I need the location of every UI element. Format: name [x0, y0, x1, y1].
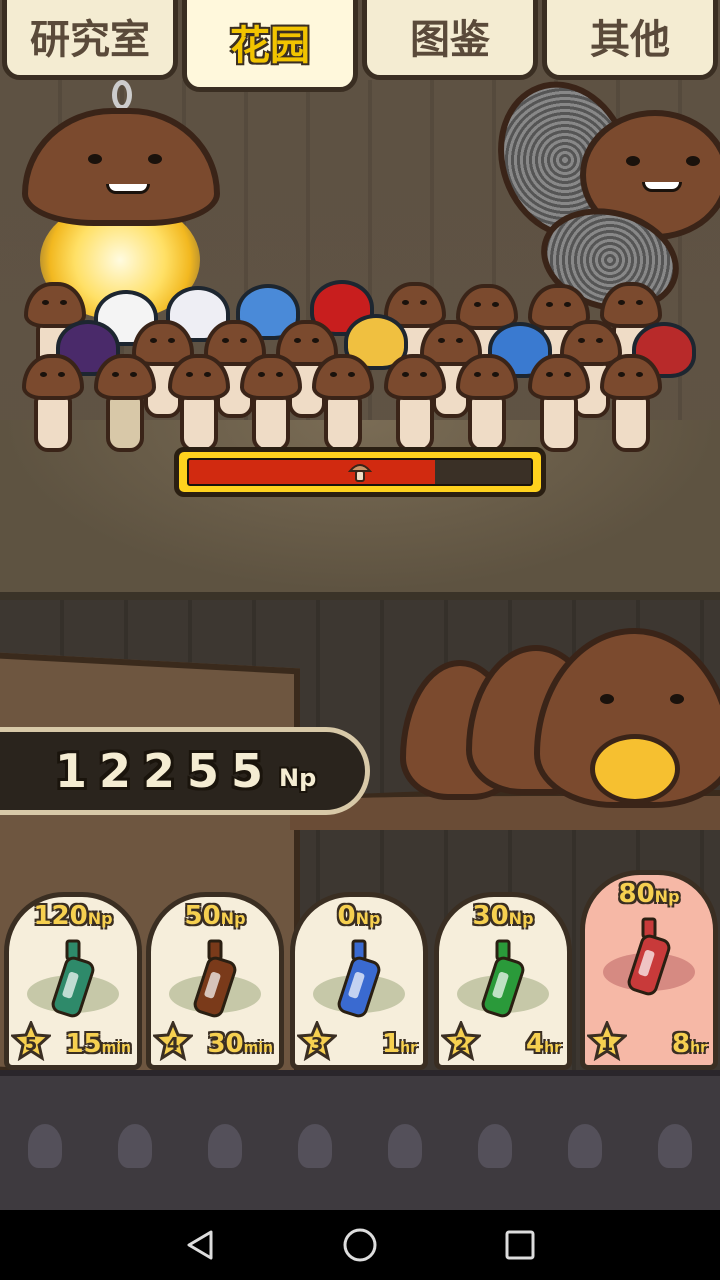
potion-bottle-icon: [193, 939, 237, 1018]
potion-bottle-icon: [481, 939, 525, 1018]
item-price: 120Np: [33, 901, 113, 931]
potion-bottle-icon: [627, 917, 671, 996]
currency-value: 12255: [55, 744, 276, 798]
mushroom-icon: [347, 464, 373, 482]
home-icon: [343, 1228, 377, 1262]
item-price: 0Np: [337, 901, 381, 931]
progress-fill: [189, 460, 436, 484]
recent-apps-button[interactable]: [490, 1215, 550, 1275]
tab-other[interactable]: 其他: [542, 0, 718, 80]
item-level: 2: [454, 1034, 468, 1055]
back-icon: [187, 1230, 213, 1260]
tab-lab[interactable]: 研究室: [2, 0, 178, 80]
item-price: 50Np: [184, 901, 246, 931]
tab-encyclopedia[interactable]: 图鉴: [362, 0, 538, 80]
item-card[interactable]: 0Np 3 1hr: [290, 892, 428, 1070]
item-level: 3: [310, 1034, 324, 1055]
top-tabs: 研究室 花园 图鉴 其他: [0, 0, 720, 95]
item-price: 80Np: [618, 879, 680, 909]
ornament-pattern: [0, 1116, 720, 1176]
item-time: 15min: [65, 1029, 131, 1059]
potion-bottle-icon: [337, 939, 381, 1018]
tab-garden[interactable]: 花园: [182, 0, 358, 92]
item-time: 1hr: [382, 1029, 417, 1059]
item-level: 5: [24, 1034, 38, 1055]
currency-panel: 12255 Np: [0, 727, 370, 815]
bottom-decoration: [0, 1070, 720, 1210]
item-time: 30min: [207, 1029, 273, 1059]
item-card[interactable]: 30Np 2 4hr: [434, 892, 572, 1070]
currency-unit: Np: [279, 764, 317, 792]
system-nav-bar: [0, 1210, 720, 1280]
potion-bottle-icon: [51, 939, 95, 1018]
item-time: 4hr: [526, 1029, 561, 1059]
item-price: 30Np: [472, 901, 534, 931]
progress-track: [187, 458, 533, 486]
item-level: 4: [166, 1034, 180, 1055]
item-time: 8hr: [672, 1029, 707, 1059]
item-card[interactable]: 80Np 1 8hr: [580, 870, 718, 1070]
item-card[interactable]: 120Np 5 15min: [4, 892, 142, 1070]
recent-apps-icon: [505, 1230, 535, 1260]
item-shop: 120Np 5 15min 50Np 4 30min 0Np 3 1hr 30Np 2 4hr 80Np…: [0, 870, 720, 1070]
item-card[interactable]: 50Np 4 30min: [146, 892, 284, 1070]
harvest-progress-bar: [174, 447, 546, 497]
item-level: 1: [600, 1034, 614, 1055]
mushroom-crowd[interactable]: [20, 270, 700, 452]
home-button[interactable]: [330, 1215, 390, 1275]
garden-scene: 12255 Np 研究室 花园 图鉴 其他 120Np 5 15min 50Np 4 30…: [0, 0, 720, 1210]
back-button[interactable]: [170, 1215, 230, 1275]
